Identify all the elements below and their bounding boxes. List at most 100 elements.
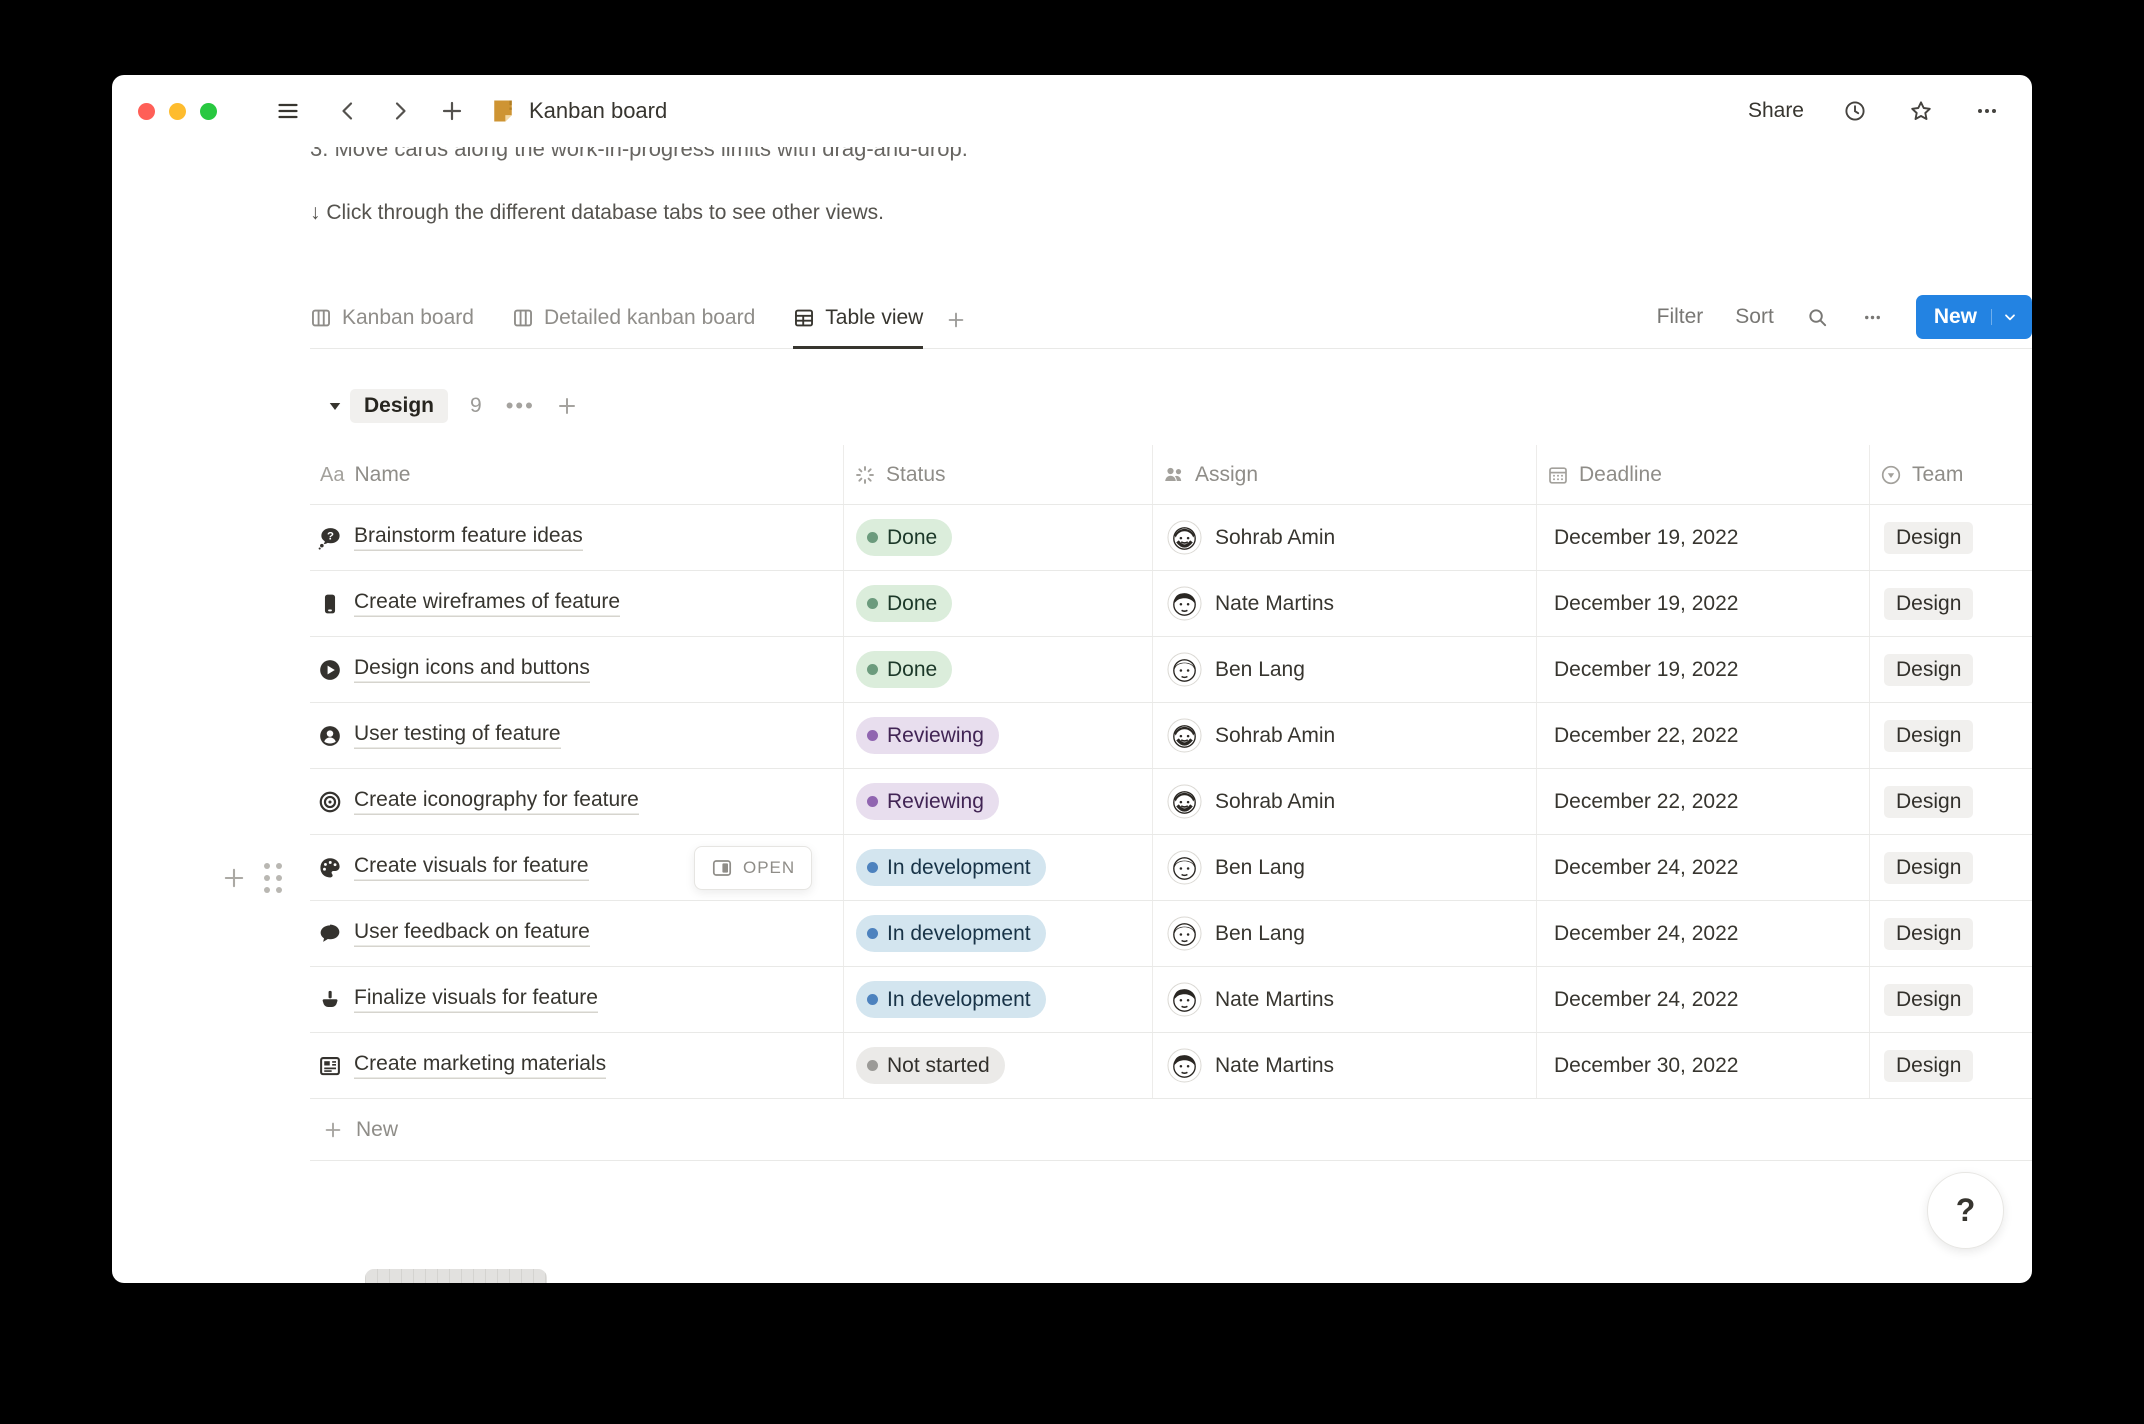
team-cell[interactable]: Design xyxy=(1870,1033,2032,1098)
status-pill[interactable]: Done xyxy=(856,519,953,556)
group-add-row-button[interactable] xyxy=(555,394,579,418)
close-window-button[interactable] xyxy=(138,102,155,120)
team-cell[interactable]: Design xyxy=(1870,505,2032,570)
new-dropdown-chevron-icon[interactable] xyxy=(1991,309,2028,325)
tab-table-view[interactable]: Table view xyxy=(793,292,924,349)
status-cell[interactable]: In development xyxy=(844,901,1153,966)
breadcrumb[interactable]: Kanban board xyxy=(489,97,667,125)
group-collapse-toggle[interactable] xyxy=(310,399,350,413)
status-pill[interactable]: Done xyxy=(856,651,953,688)
deadline-cell[interactable]: December 19, 2022 xyxy=(1537,505,1870,570)
back-button[interactable] xyxy=(333,96,363,126)
name-cell[interactable]: Create marketing materials xyxy=(310,1033,844,1098)
view-more-options-icon[interactable] xyxy=(1861,306,1884,329)
team-chip[interactable]: Design xyxy=(1884,719,1974,752)
status-cell[interactable]: Done xyxy=(844,571,1153,636)
status-pill[interactable]: In development xyxy=(856,915,1046,952)
team-chip[interactable]: Design xyxy=(1884,983,1974,1016)
deadline-cell[interactable]: December 24, 2022 xyxy=(1537,901,1870,966)
task-name-link[interactable]: Design icons and buttons xyxy=(354,656,590,683)
name-cell[interactable]: User feedback on feature xyxy=(310,901,844,966)
assignee-cell[interactable]: Nate Martins xyxy=(1153,967,1537,1032)
assignee-cell[interactable]: Ben Lang xyxy=(1153,901,1537,966)
forward-button[interactable] xyxy=(385,96,415,126)
task-name-link[interactable]: Create iconography for feature xyxy=(354,788,639,815)
team-cell[interactable]: Design xyxy=(1870,571,2032,636)
status-pill[interactable]: Not started xyxy=(856,1047,1005,1084)
name-cell[interactable]: Create iconography for feature xyxy=(310,769,844,834)
help-button[interactable]: ? xyxy=(1927,1172,2004,1249)
status-cell[interactable]: Done xyxy=(844,637,1153,702)
favorite-star-icon[interactable] xyxy=(1906,96,1936,126)
column-header-status[interactable]: Status xyxy=(844,445,1153,504)
team-chip[interactable]: Design xyxy=(1884,521,1974,554)
team-cell[interactable]: Design xyxy=(1870,703,2032,768)
status-cell[interactable]: Reviewing xyxy=(844,769,1153,834)
name-cell[interactable]: Finalize visuals for feature xyxy=(310,967,844,1032)
team-chip[interactable]: Design xyxy=(1884,851,1974,884)
column-header-assign[interactable]: Assign xyxy=(1153,445,1537,504)
deadline-cell[interactable]: December 22, 2022 xyxy=(1537,703,1870,768)
status-cell[interactable]: Reviewing xyxy=(844,703,1153,768)
column-header-deadline[interactable]: Deadline xyxy=(1537,445,1870,504)
team-cell[interactable]: Design xyxy=(1870,769,2032,834)
share-button[interactable]: Share xyxy=(1748,99,1804,123)
task-name-link[interactable]: Brainstorm feature ideas xyxy=(354,524,583,551)
assignee-cell[interactable]: Ben Lang xyxy=(1153,637,1537,702)
tab-kanban-board[interactable]: Kanban board xyxy=(310,292,474,349)
add-row-button[interactable]: New xyxy=(310,1099,2032,1161)
team-cell[interactable]: Design xyxy=(1870,637,2032,702)
zoom-window-button[interactable] xyxy=(200,102,217,120)
status-pill[interactable]: In development xyxy=(856,981,1046,1018)
team-chip[interactable]: Design xyxy=(1884,1049,1974,1082)
team-cell[interactable]: Design xyxy=(1870,901,2032,966)
team-cell[interactable]: Design xyxy=(1870,835,2032,900)
assignee-cell[interactable]: Nate Martins xyxy=(1153,1033,1537,1098)
status-cell[interactable]: In development xyxy=(844,967,1153,1032)
new-button[interactable]: New xyxy=(1915,295,2032,339)
team-chip[interactable]: Design xyxy=(1884,653,1974,686)
task-name-link[interactable]: Create wireframes of feature xyxy=(354,590,620,617)
filter-button[interactable]: Filter xyxy=(1657,305,1704,329)
task-name-link[interactable]: User testing of feature xyxy=(354,722,561,749)
insert-row-plus-icon[interactable] xyxy=(220,864,248,892)
group-more-options[interactable]: ••• xyxy=(506,393,535,419)
task-name-link[interactable]: Create marketing materials xyxy=(354,1052,606,1079)
status-cell[interactable]: Not started xyxy=(844,1033,1153,1098)
status-cell[interactable]: Done xyxy=(844,505,1153,570)
sort-button[interactable]: Sort xyxy=(1735,305,1774,329)
task-name-link[interactable]: Finalize visuals for feature xyxy=(354,986,598,1013)
drag-handle-icon[interactable] xyxy=(264,863,282,893)
team-chip[interactable]: Design xyxy=(1884,917,1974,950)
name-cell[interactable]: Create wireframes of feature xyxy=(310,571,844,636)
assignee-cell[interactable]: Sohrab Amin xyxy=(1153,703,1537,768)
deadline-cell[interactable]: December 19, 2022 xyxy=(1537,637,1870,702)
new-page-icon[interactable] xyxy=(437,96,467,126)
task-name-link[interactable]: User feedback on feature xyxy=(354,920,590,947)
column-header-team[interactable]: Team xyxy=(1870,445,2032,504)
partially-scrolled-element[interactable] xyxy=(365,1269,547,1283)
status-pill[interactable]: Done xyxy=(856,585,953,622)
name-cell[interactable]: Design icons and buttons xyxy=(310,637,844,702)
group-name-chip[interactable]: Design xyxy=(350,389,449,423)
minimize-window-button[interactable] xyxy=(169,102,186,120)
more-options-icon[interactable] xyxy=(1972,96,2002,126)
name-cell[interactable]: User testing of feature xyxy=(310,703,844,768)
team-chip[interactable]: Design xyxy=(1884,785,1974,818)
assignee-cell[interactable]: Ben Lang xyxy=(1153,835,1537,900)
search-icon[interactable] xyxy=(1806,306,1829,329)
deadline-cell[interactable]: December 22, 2022 xyxy=(1537,769,1870,834)
team-cell[interactable]: Design xyxy=(1870,967,2032,1032)
name-cell[interactable]: ? Brainstorm feature ideas xyxy=(310,505,844,570)
deadline-cell[interactable]: December 24, 2022 xyxy=(1537,967,1870,1032)
status-pill[interactable]: Reviewing xyxy=(856,717,999,754)
deadline-cell[interactable]: December 19, 2022 xyxy=(1537,571,1870,636)
assignee-cell[interactable]: Sohrab Amin xyxy=(1153,505,1537,570)
status-pill[interactable]: In development xyxy=(856,849,1046,886)
name-cell[interactable]: Create visuals for feature OPEN xyxy=(310,835,844,900)
sidebar-menu-icon[interactable] xyxy=(273,96,303,126)
column-header-name[interactable]: Aa Name xyxy=(310,445,844,504)
assignee-cell[interactable]: Sohrab Amin xyxy=(1153,769,1537,834)
open-row-button[interactable]: OPEN xyxy=(694,845,813,890)
assignee-cell[interactable]: Nate Martins xyxy=(1153,571,1537,636)
